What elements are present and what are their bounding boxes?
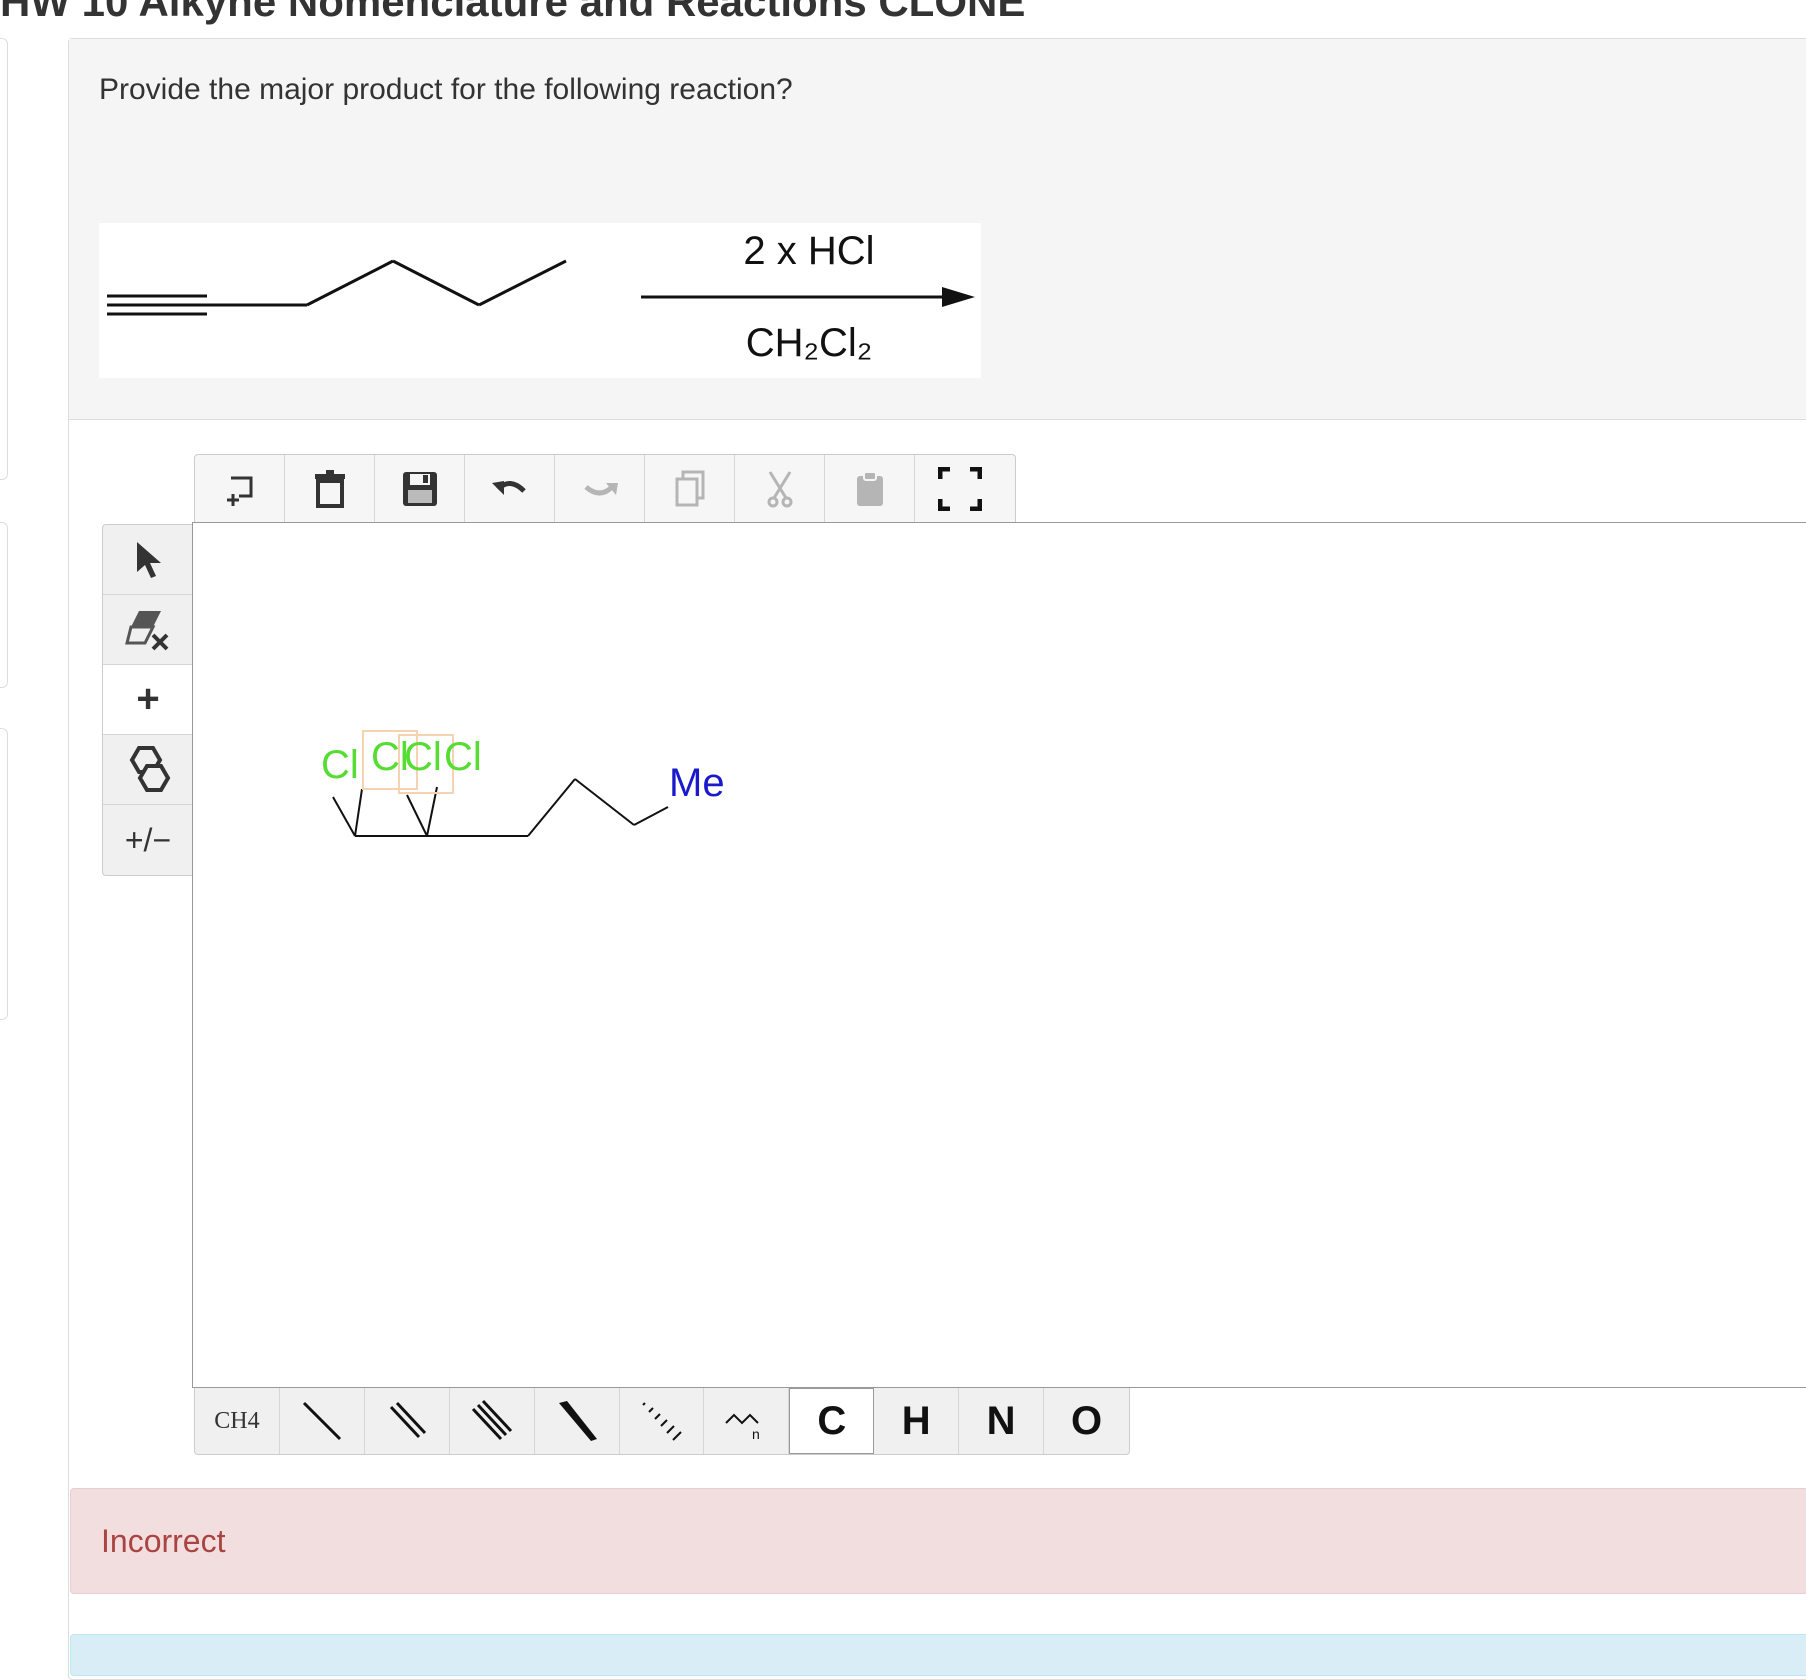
charge-icon: +/− [124, 821, 172, 858]
single-bond-icon [302, 1401, 341, 1441]
chlorine-label[interactable]: Cl [444, 735, 482, 780]
editor-top-toolbar [194, 454, 1016, 523]
atom-button-nitrogen[interactable]: N [959, 1388, 1045, 1454]
undo-button[interactable] [465, 455, 555, 523]
cut-icon [767, 471, 792, 508]
question-prompt: Provide the major product for the follow… [99, 73, 793, 106]
atom-button-carbon[interactable]: C [789, 1388, 875, 1454]
reagent-bottom: CH₂Cl₂ [745, 321, 873, 365]
paste-button[interactable] [825, 455, 915, 523]
hash-bond-icon [642, 1402, 683, 1441]
atom-button-oxygen[interactable]: O [1044, 1388, 1129, 1454]
eraser-icon [125, 610, 169, 650]
select-tool-button[interactable] [103, 525, 193, 595]
editor-bottom-toolbar: CH4 n C H N O [194, 1388, 1130, 1455]
triple-bond-button[interactable] [450, 1388, 535, 1454]
triple-bond-icon [471, 1399, 512, 1441]
feedback-alert: Incorrect [70, 1488, 1806, 1594]
save-icon [402, 472, 437, 506]
side-tab-top[interactable] [0, 38, 8, 480]
page-heading: HW 10 Alkyne Nomenclature and Reactions … [0, 0, 1026, 25]
atom-button-hydrogen[interactable]: H [874, 1388, 960, 1454]
fullscreen-icon [938, 467, 982, 511]
ch4-template-button[interactable]: CH4 [195, 1388, 280, 1454]
new-document-button[interactable] [195, 455, 285, 523]
redo-icon [583, 483, 618, 496]
plus-icon: + [136, 677, 160, 721]
undo-icon [491, 481, 526, 495]
ring-template-icon [129, 745, 171, 792]
double-bond-icon [389, 1401, 426, 1439]
side-tab-middle[interactable] [0, 522, 8, 688]
double-bond-button[interactable] [365, 1388, 450, 1454]
chlorine-label[interactable]: Cl [404, 735, 442, 780]
wedge-bond-icon [558, 1401, 597, 1441]
reagent-top: 2 x HCl [743, 229, 875, 273]
chain-tool-button[interactable]: n [704, 1388, 790, 1454]
hash-bond-button[interactable] [620, 1388, 705, 1454]
question-area: Provide the major product for the follow… [69, 39, 1806, 420]
eraser-tool-button[interactable] [103, 595, 193, 665]
info-alert [70, 1634, 1806, 1676]
svg-text:n: n [752, 1426, 760, 1442]
redo-button[interactable] [555, 455, 645, 523]
ch4-label: CH4 [214, 1407, 260, 1434]
feedback-status: Incorrect [101, 1523, 226, 1559]
drawn-molecule [332, 730, 669, 837]
add-atom-tool-button[interactable]: + [103, 665, 193, 735]
wedge-bond-button[interactable] [535, 1388, 620, 1454]
paste-icon [856, 471, 883, 506]
clear-canvas-button[interactable] [285, 455, 375, 523]
reaction-scheme: 2 x HCl CH₂Cl₂ [99, 223, 981, 378]
side-tab-bottom[interactable] [0, 728, 8, 1020]
charge-tool-button[interactable]: +/− [103, 805, 193, 875]
methyl-label[interactable]: Me [669, 761, 725, 806]
trash-icon [314, 470, 345, 508]
copy-button[interactable] [645, 455, 735, 523]
drawing-canvas[interactable]: Cl Cl Cl Cl Me [192, 522, 1806, 1388]
chain-icon: n [725, 1413, 760, 1442]
fullscreen-button[interactable] [915, 455, 1005, 523]
new-document-icon [226, 476, 252, 506]
cut-button[interactable] [735, 455, 825, 523]
editor-left-toolbar: + +/− [102, 524, 194, 876]
single-bond-button[interactable] [280, 1388, 365, 1454]
copy-icon [675, 470, 704, 507]
chlorine-label[interactable]: Cl [321, 743, 359, 788]
select-arrow-icon [137, 541, 161, 578]
ring-template-button[interactable] [103, 735, 193, 805]
save-button[interactable] [375, 455, 465, 523]
